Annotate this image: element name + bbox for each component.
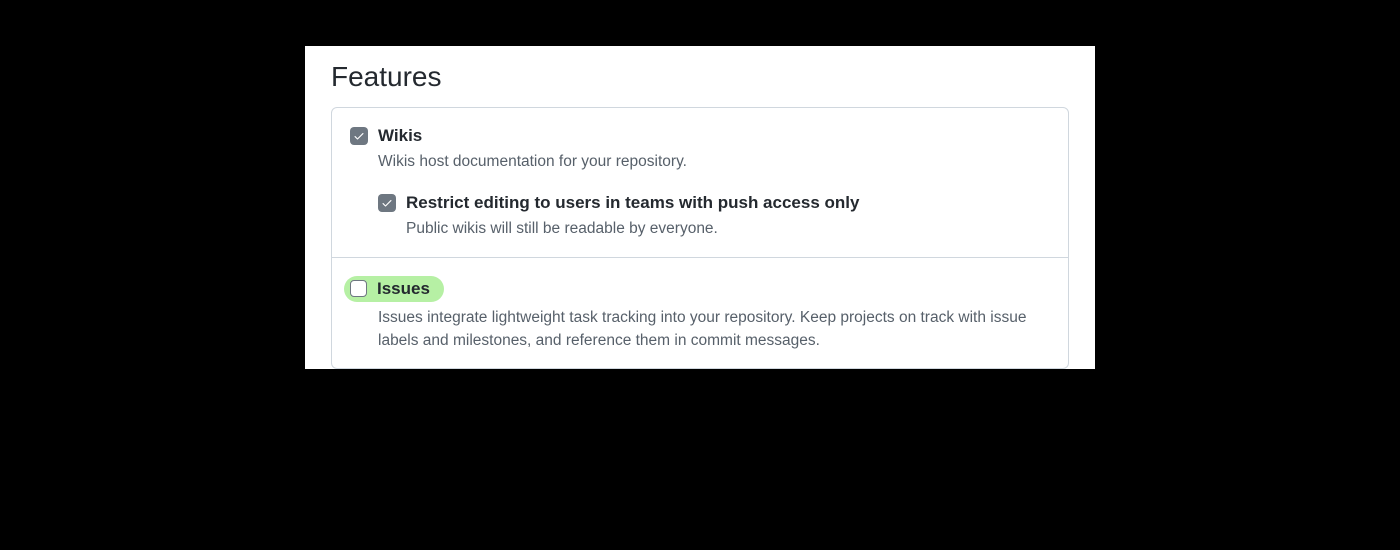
features-box: Wikis Wikis host documentation for your …	[331, 107, 1069, 369]
issues-checkbox[interactable]	[350, 280, 367, 297]
issues-header-line: Issues	[350, 276, 1050, 302]
features-panel: Features Wikis Wikis host documentation …	[305, 46, 1095, 369]
wikis-header-line: Wikis	[350, 126, 1050, 146]
wikis-sub-header-line: Restrict editing to users in teams with …	[378, 193, 1050, 213]
wikis-checkbox[interactable]	[350, 127, 368, 145]
issues-highlight: Issues	[344, 276, 444, 302]
wikis-label: Wikis	[378, 126, 422, 146]
feature-row-issues: Issues Issues integrate lightweight task…	[332, 258, 1068, 369]
wikis-restrict-checkbox[interactable]	[378, 194, 396, 212]
feature-row-wikis: Wikis Wikis host documentation for your …	[332, 108, 1068, 258]
wikis-description: Wikis host documentation for your reposi…	[378, 150, 1050, 173]
wikis-sub-option: Restrict editing to users in teams with …	[378, 193, 1050, 240]
checkmark-icon	[381, 197, 393, 209]
section-title: Features	[331, 61, 1069, 93]
checkmark-icon	[353, 130, 365, 142]
issues-description: Issues integrate lightweight task tracki…	[378, 306, 1050, 353]
issues-label: Issues	[377, 279, 430, 299]
wikis-restrict-label: Restrict editing to users in teams with …	[406, 193, 859, 213]
wikis-restrict-description: Public wikis will still be readable by e…	[406, 217, 1050, 240]
